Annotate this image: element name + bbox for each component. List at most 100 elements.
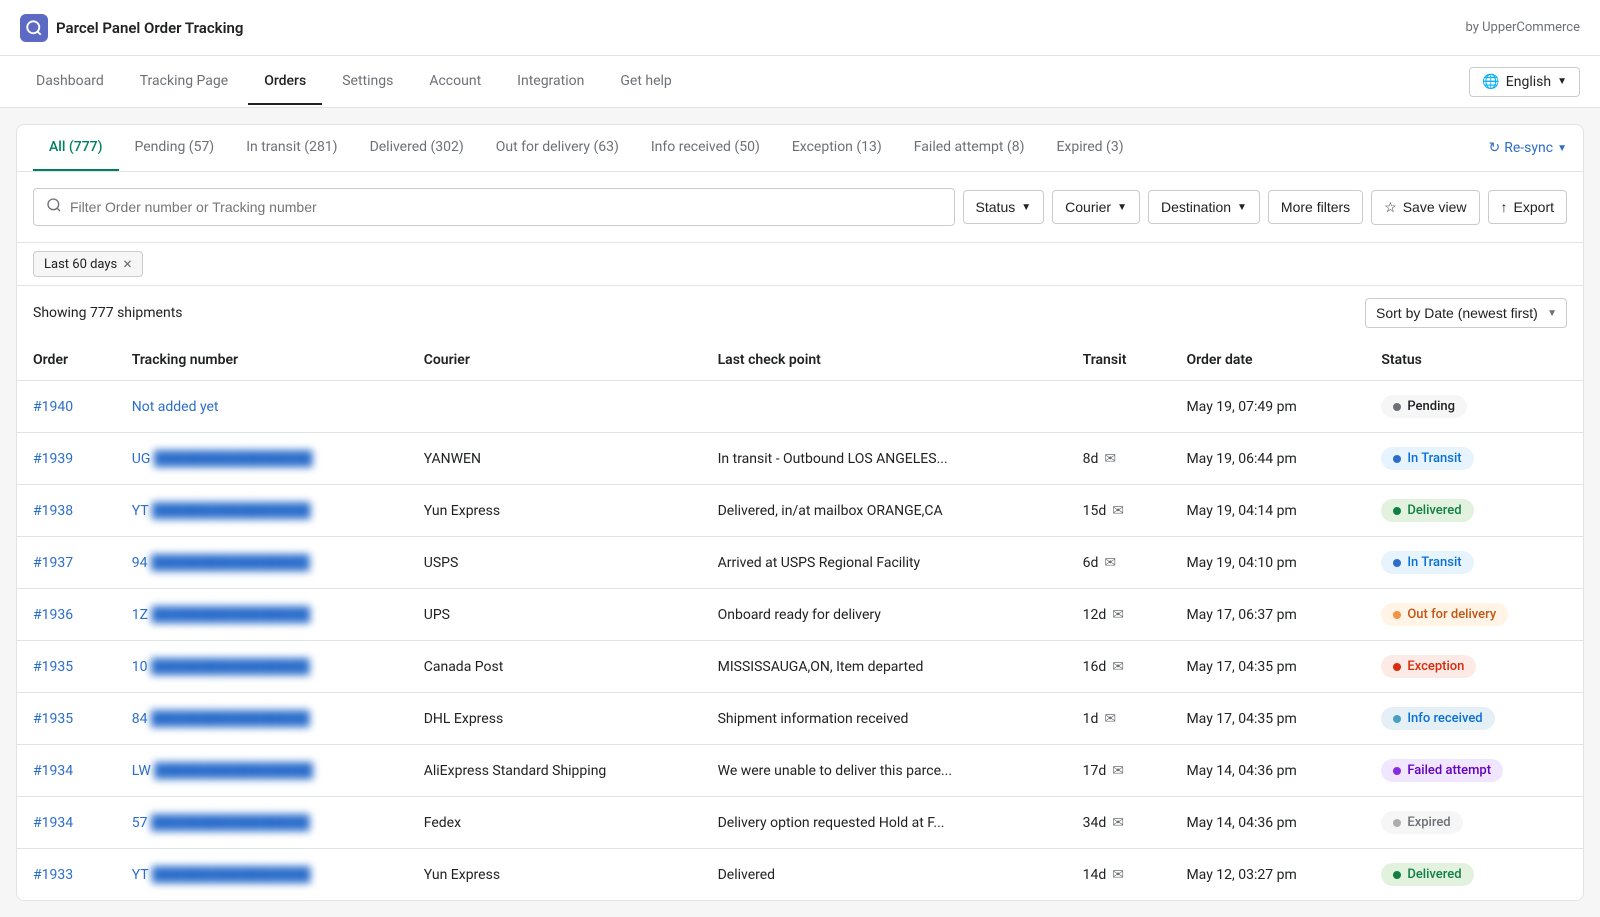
status-cell: Delivered (1365, 485, 1583, 537)
active-filters: Last 60 days × (17, 243, 1583, 286)
nav-get-help[interactable]: Get help (604, 59, 687, 105)
more-filters-button[interactable]: More filters (1268, 190, 1363, 224)
tracking-number[interactable]: LW ████████████████ (132, 763, 313, 779)
order-link[interactable]: #1938 (33, 503, 73, 519)
order-link[interactable]: #1936 (33, 607, 73, 623)
tab-all[interactable]: All (777) (33, 125, 119, 171)
destination-filter-button[interactable]: Destination ▼ (1148, 190, 1260, 224)
order-link[interactable]: #1934 (33, 763, 73, 779)
order-link[interactable]: #1939 (33, 451, 73, 467)
tab-out-for-delivery[interactable]: Out for delivery (63) (480, 125, 635, 171)
tracking-number[interactable]: 84 ████████████████ (132, 711, 310, 727)
tracking-cell: YT ████████████████ (116, 849, 408, 901)
checkpoint-cell: Arrived at USPS Regional Facility (702, 537, 1067, 589)
mail-icon: ✉ (1112, 659, 1124, 675)
status-dot (1393, 507, 1401, 515)
order-link[interactable]: #1935 (33, 711, 73, 727)
tag-label: Last 60 days (44, 257, 117, 272)
mail-icon: ✉ (1112, 815, 1124, 831)
checkpoint-cell: Shipment information received (702, 693, 1067, 745)
tracking-number[interactable]: 57 ████████████████ (132, 815, 310, 831)
language-selector[interactable]: 🌐 English ▼ (1469, 67, 1580, 97)
order-link[interactable]: #1935 (33, 659, 73, 675)
checkpoint-cell: MISSISSAUGA,ON, Item departed (702, 641, 1067, 693)
resync-button[interactable]: ↻ Re-sync ▼ (1489, 125, 1567, 171)
status-cell: Expired (1365, 797, 1583, 849)
nav-integration[interactable]: Integration (501, 59, 600, 105)
order-link[interactable]: #1940 (33, 399, 73, 415)
tracking-number[interactable]: 1Z ████████████████ (132, 607, 310, 623)
transit-value: 16d (1083, 659, 1107, 675)
tab-info-received[interactable]: Info received (50) (635, 125, 776, 171)
order-cell: #1936 (17, 589, 116, 641)
showing-count: Showing 777 shipments (33, 305, 183, 321)
table-row: #193794 ████████████████USPSArrived at U… (17, 537, 1583, 589)
tracking-number[interactable]: 94 ████████████████ (132, 555, 310, 571)
order-link[interactable]: #1933 (33, 867, 73, 883)
status-badge: Exception (1381, 655, 1476, 678)
tab-failed-attempt[interactable]: Failed attempt (8) (898, 125, 1041, 171)
status-badge: In Transit (1381, 551, 1473, 574)
status-filter-button[interactable]: Status ▼ (963, 190, 1045, 224)
search-box[interactable] (33, 188, 955, 226)
nav-tracking-page[interactable]: Tracking Page (124, 59, 244, 105)
status-cell: Delivered (1365, 849, 1583, 901)
table-row: #1939UG ████████████████YANWENIn transit… (17, 433, 1583, 485)
tracking-number[interactable]: 10 ████████████████ (132, 659, 310, 675)
status-cell: Pending (1365, 381, 1583, 433)
order-link[interactable]: #1934 (33, 815, 73, 831)
tag-close-icon[interactable]: × (123, 256, 132, 272)
tab-exception[interactable]: Exception (13) (776, 125, 898, 171)
translate-icon: 🌐 (1482, 74, 1499, 90)
col-order: Order (17, 340, 116, 381)
order-date-cell: May 12, 03:27 pm (1170, 849, 1365, 901)
order-date-cell: May 19, 06:44 pm (1170, 433, 1365, 485)
checkpoint-cell: We were unable to deliver this parce... (702, 745, 1067, 797)
chevron-down-icon-resync: ▼ (1557, 143, 1567, 154)
tracking-number[interactable]: YT ████████████████ (132, 503, 311, 519)
status-dot (1393, 871, 1401, 879)
order-cell: #1938 (17, 485, 116, 537)
transit-cell: 8d✉ (1067, 433, 1171, 485)
search-input[interactable] (70, 199, 942, 215)
col-order-date: Order date (1170, 340, 1365, 381)
chevron-down-icon-courier: ▼ (1117, 202, 1127, 213)
tracking-number[interactable]: YT ████████████████ (132, 867, 311, 883)
tracking-cell: UG ████████████████ (116, 433, 408, 485)
tracking-cell: YT ████████████████ (116, 485, 408, 537)
courier-cell: Fedex (408, 797, 702, 849)
mail-icon: ✉ (1104, 451, 1116, 467)
save-view-button[interactable]: ☆ Save view (1371, 190, 1479, 225)
main-card: All (777) Pending (57) In transit (281) … (16, 124, 1584, 901)
nav-settings[interactable]: Settings (326, 59, 409, 105)
sort-select[interactable]: Sort by Date (newest first) Sort by Date… (1365, 298, 1567, 328)
nav-orders[interactable]: Orders (248, 59, 322, 105)
checkpoint-cell: Delivered (702, 849, 1067, 901)
transit-cell: 17d ✉ (1067, 745, 1171, 797)
transit-cell: 15d✉ (1067, 485, 1171, 537)
tab-in-transit[interactable]: In transit (281) (230, 125, 353, 171)
status-dot (1393, 663, 1401, 671)
date-range-tag[interactable]: Last 60 days × (33, 251, 143, 277)
courier-filter-button[interactable]: Courier ▼ (1052, 190, 1140, 224)
export-button[interactable]: ↑ Export (1488, 190, 1567, 224)
tracking-number[interactable]: UG ████████████████ (132, 451, 313, 467)
table-row: #193510 ████████████████Canada PostMISSI… (17, 641, 1583, 693)
transit-value: 17d (1083, 763, 1107, 779)
tracking-cell: Not added yet (116, 381, 408, 433)
nav-dashboard[interactable]: Dashboard (20, 59, 120, 105)
mail-icon: ✉ (1112, 763, 1124, 779)
courier-cell: Yun Express (408, 849, 702, 901)
nav-account[interactable]: Account (413, 59, 497, 105)
tab-pending[interactable]: Pending (57) (119, 125, 231, 171)
tracking-number[interactable]: Not added yet (132, 399, 219, 415)
order-link[interactable]: #1937 (33, 555, 73, 571)
order-cell: #1939 (17, 433, 116, 485)
status-dot (1393, 403, 1401, 411)
save-view-label: Save view (1403, 199, 1467, 215)
tab-expired[interactable]: Expired (3) (1040, 125, 1139, 171)
tab-delivered[interactable]: Delivered (302) (354, 125, 480, 171)
tracking-cell: 57 ████████████████ (116, 797, 408, 849)
transit-cell: 12d✉ (1067, 589, 1171, 641)
courier-cell (408, 381, 702, 433)
